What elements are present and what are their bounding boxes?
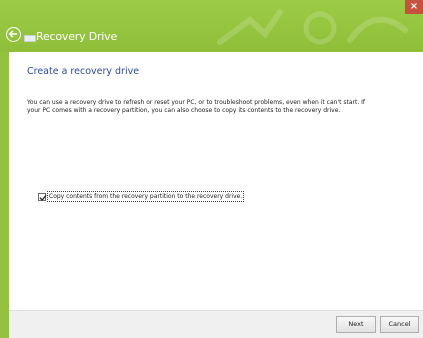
drive-icon <box>24 35 36 42</box>
cancel-button[interactable]: Cancel <box>380 316 419 333</box>
title-bar: × Recovery Drive <box>0 0 423 52</box>
recovery-drive-window: × Recovery Drive Create a recovery drive… <box>0 0 423 338</box>
next-button[interactable]: Next <box>336 316 376 333</box>
copy-contents-label[interactable]: Copy contents from the recovery partitio… <box>46 191 245 202</box>
content-panel <box>9 52 423 310</box>
window-title: Recovery Drive <box>36 30 118 43</box>
close-button[interactable]: × <box>405 0 423 14</box>
back-button[interactable] <box>6 27 21 42</box>
copy-contents-checkbox[interactable] <box>38 193 47 201</box>
checkmark-icon <box>39 194 47 201</box>
page-description: You can use a recovery drive to refresh … <box>27 99 366 114</box>
title-watermark <box>217 9 408 45</box>
page-heading: Create a recovery drive <box>27 66 140 77</box>
back-arrow-icon <box>9 30 18 38</box>
